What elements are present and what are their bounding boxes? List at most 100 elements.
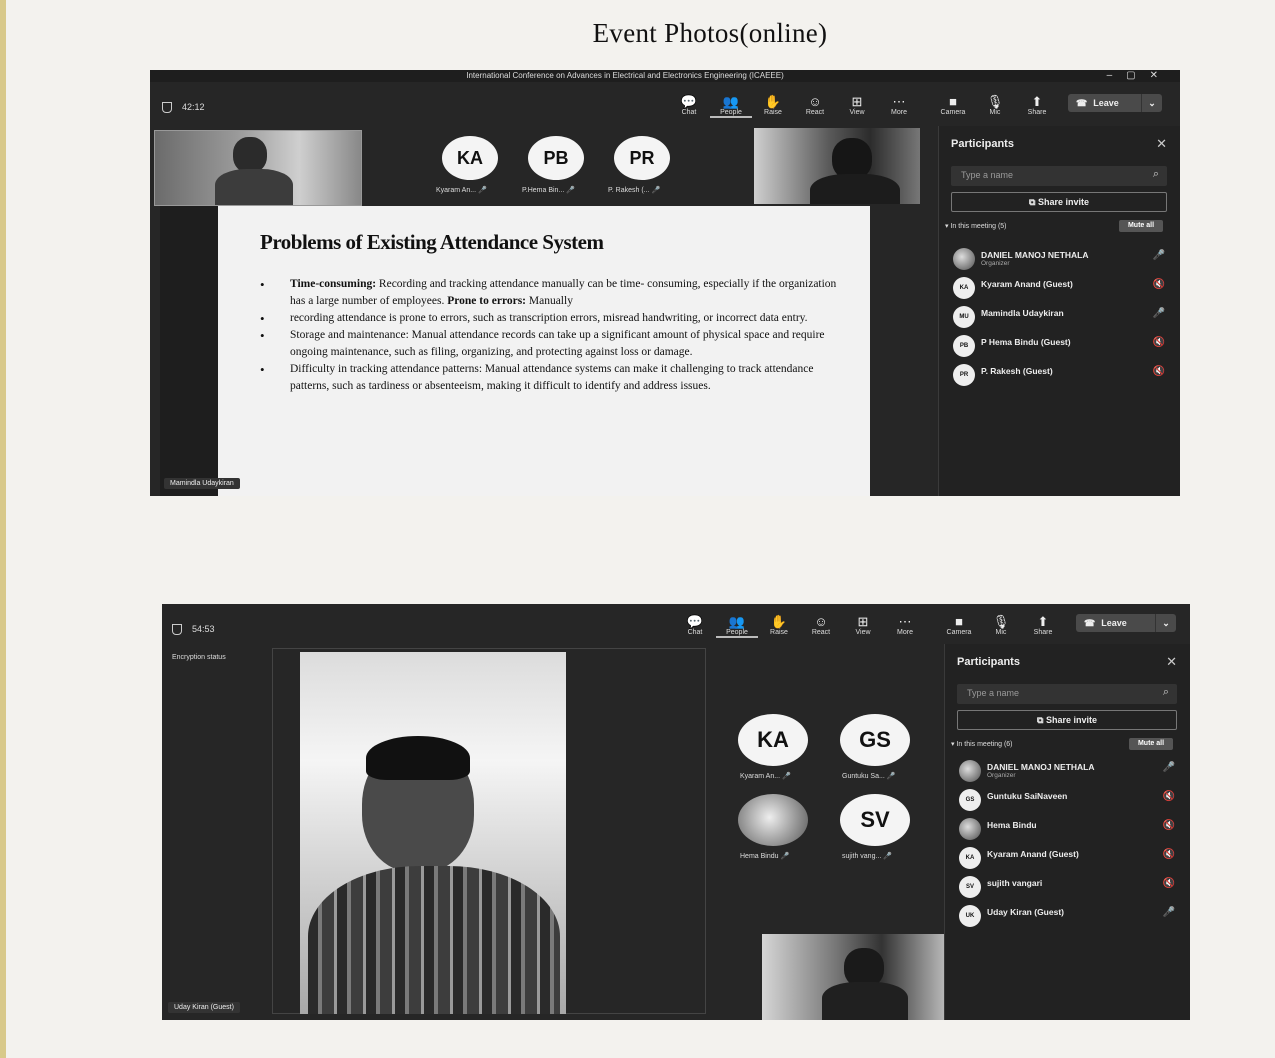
participant-name: Kyaram Anand (Guest) — [987, 849, 1079, 859]
toolbar-button-people[interactable]: 👥 People — [710, 94, 752, 118]
share-invite-button[interactable]: ⧉ Share invite — [957, 710, 1177, 730]
encryption-status[interactable]: Encryption status — [172, 654, 226, 661]
chevron-down-icon[interactable]: ⌄ — [1155, 614, 1176, 632]
in-meeting-label: In this meeting (5) — [950, 223, 1007, 230]
participant-row[interactable]: DANIEL MANOJ NETHALA Organizer 🎤 — [955, 758, 1181, 784]
mute-all-button[interactable]: Mute all — [1119, 220, 1163, 232]
shared-slide: Problems of Existing Attendance System T… — [218, 206, 870, 496]
mic-icon: 🎤 — [1152, 250, 1165, 261]
toolbar-button-mic[interactable]: 🎙 Mic — [980, 614, 1022, 638]
people-icon: 👥 — [722, 94, 740, 109]
toolbar-button-raise[interactable]: ✋ Raise — [752, 94, 794, 118]
chevron-down-icon[interactable]: ⌄ — [1141, 94, 1162, 112]
toolbar-label: More — [897, 629, 913, 636]
mute-all-button[interactable]: Mute all — [1129, 738, 1173, 750]
toolbar-button-camera[interactable]: ■ Camera — [938, 614, 980, 638]
participant-avatar: SV — [959, 876, 981, 898]
slide-bullet-list: Time-consuming: Recording and tracking a… — [250, 276, 840, 395]
toolbar-label: Raise — [764, 109, 782, 116]
toolbar-button-share[interactable]: ⬆ Share — [1016, 94, 1058, 118]
toolbar-label: Mic — [995, 629, 1007, 636]
leave-button[interactable]: ☎ Leave ⌄ — [1068, 94, 1162, 112]
mic-off-icon: 🔇 — [1152, 337, 1165, 348]
participant-avatar: GS — [959, 789, 981, 811]
toolbar-button-react[interactable]: ☺ React — [800, 614, 842, 638]
avatar-label: Kyaram An... 🎤 — [436, 187, 487, 194]
panel-title: Participants — [957, 656, 1020, 668]
participant-row[interactable]: GS Guntuku SaiNaveen 🔇 — [955, 787, 1181, 813]
toolbar-button-chat[interactable]: 💬 Chat — [668, 94, 710, 118]
search-icon: ⌕ — [1152, 168, 1159, 180]
share-invite-label: Share invite — [1045, 715, 1097, 725]
toolbar-label: Share — [1033, 629, 1053, 636]
share-icon: ⬆ — [1037, 614, 1049, 629]
meeting-toolbar: 💬 Chat 👥 People ✋ Raise ☺ React ⊞ View ⋯ More ■ Camer… — [674, 614, 1064, 638]
window-controls[interactable]: –▢✕ — [1107, 70, 1172, 82]
slide-title: Problems of Existing Attendance System — [260, 230, 604, 254]
meeting-toolbar: 💬 Chat 👥 People ✋ Raise ☺ React ⊞ View ⋯ More ■ Camer… — [668, 94, 1058, 118]
toolbar-button-people[interactable]: 👥 People — [716, 614, 758, 638]
toolbar-label: Chat — [687, 629, 703, 636]
participant-row[interactable]: PR P. Rakesh (Guest) 🔇 — [949, 362, 1171, 388]
toolbar-label: People — [720, 109, 742, 116]
main-video — [300, 652, 566, 1014]
toolbar-button-view[interactable]: ⊞ View — [836, 94, 878, 118]
avatar-label: P.Hema Bin... 🎤 — [522, 187, 575, 194]
participant-row[interactable]: SV sujith vangari 🔇 — [955, 874, 1181, 900]
in-meeting-toggle[interactable]: ▾ In this meeting (6) — [951, 740, 1013, 748]
leave-button[interactable]: ☎ Leave ⌄ — [1076, 614, 1176, 632]
in-meeting-toggle[interactable]: ▾ In this meeting (5) — [945, 222, 1007, 230]
search-icon: ⌕ — [1162, 686, 1169, 698]
toolbar-button-mic[interactable]: 🎙 Mic — [974, 94, 1016, 118]
more-icon: ⋯ — [898, 614, 912, 629]
participants-panel: Participants ✕ Type a name ⌕ ⧉ Share inv… — [938, 126, 1180, 496]
toolbar-label: More — [891, 109, 907, 116]
participant-row[interactable]: KA Kyaram Anand (Guest) 🔇 — [949, 275, 1171, 301]
participant-row[interactable]: MU Mamindla Udaykiran 🎤 — [949, 304, 1171, 330]
avatar-photo — [738, 794, 808, 846]
participant-row[interactable]: PB P Hema Bindu (Guest) 🔇 — [949, 333, 1171, 359]
toolbar-button-react[interactable]: ☺ React — [794, 94, 836, 118]
close-icon[interactable]: ✕ — [1156, 136, 1167, 152]
search-input[interactable]: Type a name ⌕ — [951, 166, 1167, 186]
mic-off-icon: 🔇 — [1152, 366, 1165, 377]
window-title: International Conference on Advances in … — [466, 71, 784, 80]
toolbar-button-more[interactable]: ⋯ More — [878, 94, 920, 118]
mic-icon: 🎙 — [986, 94, 1004, 109]
search-placeholder: Type a name — [961, 170, 1014, 180]
mic-off-icon: 🔇 — [1162, 878, 1175, 889]
toolbar-button-raise[interactable]: ✋ Raise — [758, 614, 800, 638]
toolbar-button-more[interactable]: ⋯ More — [884, 614, 926, 638]
participant-name: DANIEL MANOJ NETHALA — [981, 250, 1089, 260]
toolbar-label: View — [855, 629, 871, 636]
participant-row[interactable]: Hema Bindu 🔇 — [955, 816, 1181, 842]
participant-row[interactable]: UK Uday Kiran (Guest) 🎤 — [955, 903, 1181, 929]
person-body — [308, 866, 560, 1014]
avatar-label: sujith vang... 🎤 — [842, 853, 892, 860]
close-icon[interactable]: ✕ — [1166, 654, 1177, 670]
participant-avatar — [959, 760, 981, 782]
slide-margin — [160, 206, 222, 496]
slide-bullet: Time-consuming: Recording and tracking a… — [250, 276, 840, 310]
share-invite-button[interactable]: ⧉ Share invite — [951, 192, 1167, 212]
toolbar-button-view[interactable]: ⊞ View — [842, 614, 884, 638]
search-input[interactable]: Type a name ⌕ — [957, 684, 1177, 704]
participants-panel: Participants ✕ Type a name ⌕ ⧉ Share inv… — [944, 644, 1190, 1020]
participant-row[interactable]: DANIEL MANOJ NETHALA Organizer 🎤 — [949, 246, 1171, 272]
participant-row[interactable]: KA Kyaram Anand (Guest) 🔇 — [955, 845, 1181, 871]
participant-name: P. Rakesh (Guest) — [981, 366, 1053, 376]
person-hair — [366, 736, 470, 780]
timer-text: 54:53 — [192, 624, 215, 634]
toolbar-button-camera[interactable]: ■ Camera — [932, 94, 974, 118]
toolbar-label: Camera — [940, 109, 966, 116]
toolbar-label: Chat — [681, 109, 697, 116]
mic-off-icon: 🔇 — [1162, 791, 1175, 802]
chat-icon: 💬 — [680, 94, 698, 109]
slide-bullet: recording attendance is prone to errors,… — [250, 310, 840, 327]
participant-avatar: MU — [953, 306, 975, 328]
presenter-name-tag: Mamindla Udaykiran — [164, 478, 240, 489]
chat-icon: 💬 — [686, 614, 704, 629]
toolbar-button-share[interactable]: ⬆ Share — [1022, 614, 1064, 638]
shield-icon — [172, 624, 182, 636]
toolbar-button-chat[interactable]: 💬 Chat — [674, 614, 716, 638]
